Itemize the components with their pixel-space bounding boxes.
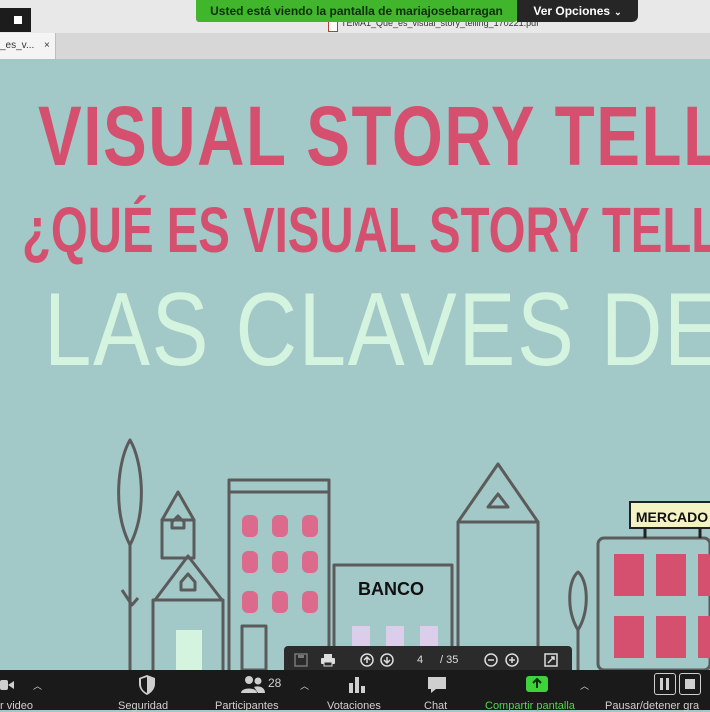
video-camera-icon [0, 680, 14, 690]
chat-label: Chat [424, 700, 448, 712]
participants-count: 28 [268, 676, 282, 690]
stop-icon [679, 673, 701, 695]
share-banner: Usted está viendo la pantalla de mariajo… [196, 0, 517, 22]
tree-left-icon [117, 438, 143, 547]
bar-chart-icon [349, 677, 365, 693]
chat-bubble-icon [428, 677, 446, 693]
security-label: Seguridad [118, 700, 169, 712]
view-options-label: Ver Opciones [533, 4, 611, 18]
shield-icon [139, 675, 155, 695]
participants-icon [241, 676, 265, 693]
video-options-caret-icon[interactable]: ︿ [33, 679, 42, 692]
meeting-toolbar: r video ︿ Seguridad 28 Participantes ︿ V… [0, 670, 710, 712]
market-sign: MERCADO [636, 509, 708, 525]
security-button[interactable]: Seguridad [118, 670, 178, 712]
viewer-top-bar: TEMA1_Que_es_visual_story_telling_170221… [0, 0, 710, 33]
share-caret-icon[interactable]: ︿ [580, 679, 589, 692]
video-label: r video [0, 700, 34, 712]
city-illustration: BANCO MERCADO [117, 438, 710, 670]
view-options-button[interactable]: Ver Opciones ⌄ [517, 0, 638, 22]
share-screen-button[interactable]: Compartir pantalla [485, 670, 590, 712]
stop-share-icon[interactable] [0, 8, 31, 32]
participants-caret-icon[interactable]: ︿ [300, 679, 309, 692]
share-screen-icon [526, 676, 548, 692]
pause-stop-label: Pausar/detener gra [605, 700, 700, 712]
polls-button[interactable]: Votaciones [327, 670, 387, 712]
bank-sign: BANCO [358, 579, 424, 599]
chevron-down-icon: ⌄ [614, 7, 622, 17]
share-screen-label: Compartir pantalla [485, 700, 575, 712]
chat-button[interactable]: Chat [424, 670, 454, 712]
polls-label: Votaciones [327, 700, 381, 712]
video-button[interactable]: r video [0, 670, 50, 712]
participants-label: Participantes [215, 700, 279, 712]
participants-button[interactable]: 28 Participantes [215, 670, 295, 712]
tab-label: _es_v... [0, 40, 35, 51]
tab-bar: _es_v... × [0, 33, 710, 60]
close-icon[interactable]: × [44, 33, 50, 59]
pause-icon [654, 673, 676, 695]
pause-stop-recording-button[interactable]: Pausar/detener gra [605, 670, 710, 712]
tab-document[interactable]: _es_v... × [0, 33, 56, 59]
shared-slide: VISUAL STORY TELLI ¿QUÉ ES VISUAL STORY … [0, 60, 710, 670]
